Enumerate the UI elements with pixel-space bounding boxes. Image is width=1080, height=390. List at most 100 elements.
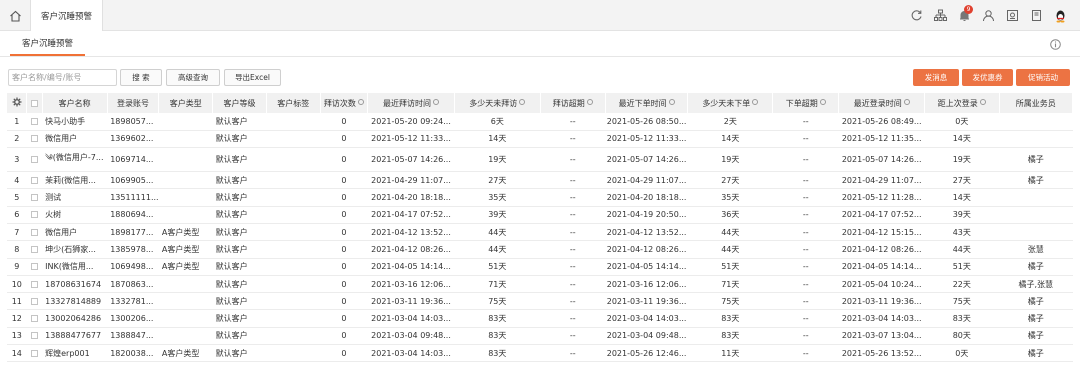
last-order-time: 2021-04-29 11:07... [605, 171, 688, 190]
table-row[interactable]: 3 ༄(微信用户-7... 1069714... 默认客户 0 2021-05-07 14… [7, 147, 1073, 173]
col-label: 多少天未拜访 [469, 98, 518, 108]
screen-button[interactable] [1000, 0, 1024, 31]
customer-tag [266, 223, 321, 242]
col-header-visit-overdue[interactable]: 拜访超期 [540, 93, 606, 113]
table-row[interactable]: 12 13002064286 1300206... 默认客户 0 2021-03-04 1… [7, 309, 1073, 328]
select-all-checkbox[interactable] [26, 93, 43, 113]
book-button[interactable] [1024, 0, 1048, 31]
visit-count: 0 [320, 258, 368, 276]
last-login-time: 2021-04-12 15:15... [838, 223, 925, 242]
row-checkbox[interactable] [26, 223, 43, 242]
row-checkbox[interactable] [26, 113, 43, 131]
visit-count: 0 [320, 240, 368, 259]
notification-badge: 9 [964, 5, 973, 14]
table-row[interactable]: 1 快马小助手 1898057... 默认客户 0 2021-05-20 09:24...… [7, 113, 1073, 131]
table-row[interactable]: 6 火树 1880694... 默认客户 0 2021-04-17 07:52... 39天… [7, 206, 1073, 224]
search-button[interactable]: 搜 索 [120, 69, 162, 86]
row-checkbox[interactable] [26, 275, 43, 294]
order-overdue: -- [772, 188, 839, 207]
col-header-visit-count[interactable]: 拜访次数 [320, 93, 369, 113]
col-header-days-no-order[interactable]: 多少天未下单 [687, 93, 774, 113]
table-row[interactable]: 14 辉煌erp001 1820038... A客户类型 默认客户 0 2021-03-04… [7, 344, 1073, 363]
table-row[interactable]: 10 18708631674 1870863... 默认客户 0 2021-03-16 1… [7, 275, 1073, 294]
table-row[interactable]: 2 微信用户 1369602... 默认客户 0 2021-05-12 11:33... 1… [7, 130, 1073, 149]
days-since-login: 39天 [924, 206, 999, 224]
send-coupon-button[interactable]: 发优惠券 [962, 69, 1013, 86]
last-visit-time: 2021-05-20 09:24... [367, 113, 455, 131]
notifications-button[interactable]: 9 [952, 0, 976, 31]
top-icon-bar: 9 [904, 0, 1072, 31]
table-row[interactable]: 5 测试 13511111... 默认客户 0 2021-04-20 18:18... 35… [7, 188, 1073, 207]
col-header-days-no-visit[interactable]: 多少天未拜访 [454, 93, 541, 113]
customer-name: 18708631674 [42, 275, 108, 294]
export-excel-button[interactable]: 导出Excel [224, 69, 281, 86]
row-checkbox[interactable] [26, 292, 43, 311]
subtab-customer-sleep-warning[interactable]: 客户沉睡预警 [10, 37, 85, 56]
customer-type [158, 130, 213, 149]
promotion-button[interactable]: 促销活动 [1016, 69, 1070, 86]
row-checkbox[interactable] [26, 188, 43, 207]
customer-type: A客户类型 [158, 344, 213, 363]
home-button[interactable] [0, 0, 31, 31]
visit-overdue: -- [540, 258, 606, 276]
customer-name: 微信用户 [42, 223, 108, 242]
last-order-time: 2021-04-12 13:52... [605, 223, 688, 242]
row-checkbox[interactable] [26, 258, 43, 276]
col-header-last-order[interactable]: 最近下单时间 [605, 93, 689, 113]
row-index: 7 [7, 223, 27, 242]
days-no-order: 27天 [687, 171, 773, 190]
info-button[interactable] [1050, 39, 1061, 52]
row-checkbox[interactable] [26, 147, 43, 173]
row-checkbox[interactable] [26, 171, 43, 190]
send-message-button[interactable]: 发消息 [913, 69, 959, 86]
table-row[interactable]: 4 茉莉(微信用... 1069905... 默认客户 0 2021-04-29 11:0… [7, 171, 1073, 190]
col-header-last-login[interactable]: 最近登录时间 [838, 93, 926, 113]
row-checkbox[interactable] [26, 206, 43, 224]
refresh-button[interactable] [904, 0, 928, 31]
customer-name: INK(微信用... [42, 258, 108, 276]
sort-icon [752, 99, 759, 105]
avatar[interactable] [1048, 0, 1072, 31]
visit-overdue: -- [540, 171, 606, 190]
col-header-order-overdue[interactable]: 下单超期 [772, 93, 840, 113]
last-order-time: 2021-04-12 08:26... [605, 240, 688, 259]
days-no-order: 11天 [687, 344, 773, 363]
col-header-since-login[interactable]: 距上次登录 [924, 93, 1000, 113]
table-row[interactable]: 7 微信用户 1898177... A客户类型 默认客户 0 2021-04-12 13:5… [7, 223, 1073, 242]
col-header-last-visit[interactable]: 最近拜访时间 [367, 93, 455, 113]
customer-type: A客户类型 [158, 258, 213, 276]
last-visit-time: 2021-03-04 09:48... [367, 327, 455, 346]
col-label: 拜访超期 [552, 98, 585, 108]
table-row[interactable]: 13 13888477677 1388847... 默认客户 0 2021-03-04 0… [7, 327, 1073, 346]
advanced-search-button[interactable]: 高级查询 [166, 69, 220, 86]
table-row[interactable]: 9 INK(微信用... 1069498... A客户类型 默认客户 0 2021-04-0… [7, 258, 1073, 276]
search-input[interactable] [8, 69, 117, 86]
table-header-row: 客户名称 登录账号 客户类型 客户等级 客户标签 拜访次数 最近拜访时间 多少天… [7, 93, 1073, 113]
col-label: 多少天未下单 [702, 98, 751, 108]
row-index: 10 [7, 275, 27, 294]
row-checkbox[interactable] [26, 130, 43, 149]
org-button[interactable] [928, 0, 952, 31]
tab-customer-sleep-warning[interactable]: 客户沉睡预警 [31, 0, 103, 31]
salesperson: 橘子 [999, 258, 1073, 276]
days-no-visit: 6天 [454, 113, 541, 131]
user-button[interactable] [976, 0, 1000, 31]
visit-count: 0 [320, 327, 368, 346]
last-visit-time: 2021-04-12 13:52... [367, 223, 455, 242]
sort-icon [433, 99, 440, 105]
row-checkbox[interactable] [26, 240, 43, 259]
column-settings[interactable] [7, 93, 28, 113]
row-checkbox[interactable] [26, 309, 43, 328]
table-row[interactable]: 11 13327814889 1332781... 默认客户 0 2021-03-11 1… [7, 292, 1073, 311]
visit-count: 0 [320, 147, 368, 173]
account: 1898057... [107, 113, 159, 131]
days-no-order: 44天 [687, 240, 773, 259]
last-visit-time: 2021-04-05 14:14... [367, 258, 455, 276]
table-row[interactable]: 8 坤少(石狮家... 1385978... A客户类型 默认客户 0 2021-04-12… [7, 240, 1073, 259]
customer-type [158, 309, 213, 328]
last-order-time: 2021-05-07 14:26... [605, 147, 688, 173]
days-no-order: 71天 [687, 275, 773, 294]
row-checkbox[interactable] [26, 344, 43, 363]
days-since-login: 0天 [924, 113, 999, 131]
row-checkbox[interactable] [26, 327, 43, 346]
